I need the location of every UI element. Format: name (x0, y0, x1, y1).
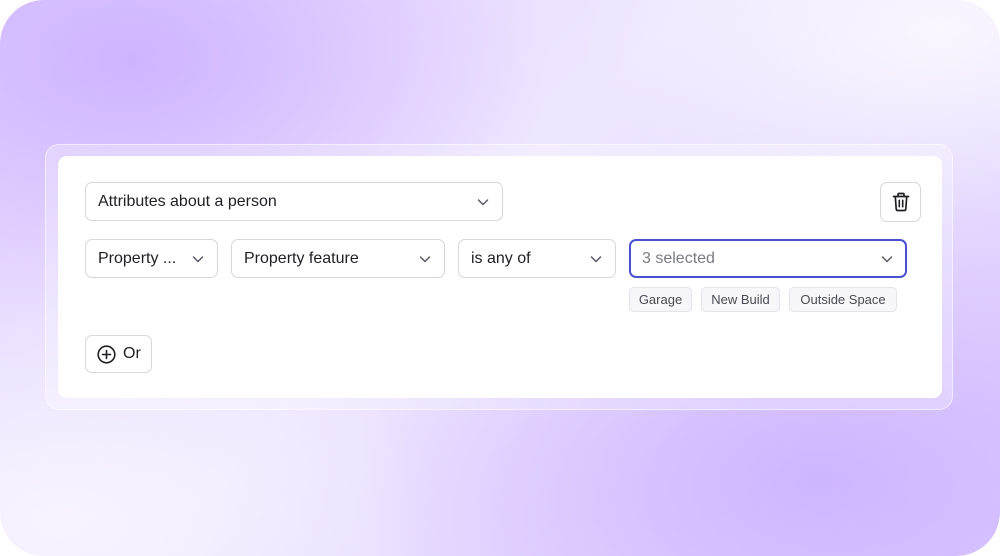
chevron-down-icon (191, 252, 205, 266)
background-canvas: Attributes about a person Property ... P… (0, 0, 1000, 556)
add-or-condition-button[interactable]: Or (85, 335, 152, 373)
operator-select[interactable]: is any of (458, 239, 616, 278)
category-select[interactable]: Attributes about a person (85, 182, 503, 221)
attribute-select-value: Property feature (244, 249, 359, 267)
chevron-down-icon (418, 252, 432, 266)
chevron-down-icon (476, 195, 490, 209)
selected-value-chip[interactable]: Garage (629, 287, 692, 312)
field-select-value: Property ... (98, 249, 177, 267)
selected-value-chip[interactable]: New Build (701, 287, 780, 312)
values-multiselect-summary: 3 selected (642, 249, 715, 267)
selected-value-chip[interactable]: Outside Space (789, 287, 897, 312)
plus-circle-icon (97, 344, 116, 364)
delete-filter-button[interactable] (880, 182, 921, 222)
chevron-down-icon (880, 252, 894, 266)
category-select-value: Attributes about a person (98, 192, 277, 210)
attribute-select[interactable]: Property feature (231, 239, 445, 278)
trash-icon (892, 192, 910, 212)
field-select[interactable]: Property ... (85, 239, 218, 278)
operator-select-value: is any of (471, 249, 531, 267)
values-multiselect[interactable]: 3 selected (629, 239, 907, 278)
or-button-label: Or (123, 345, 141, 362)
chevron-down-icon (589, 252, 603, 266)
